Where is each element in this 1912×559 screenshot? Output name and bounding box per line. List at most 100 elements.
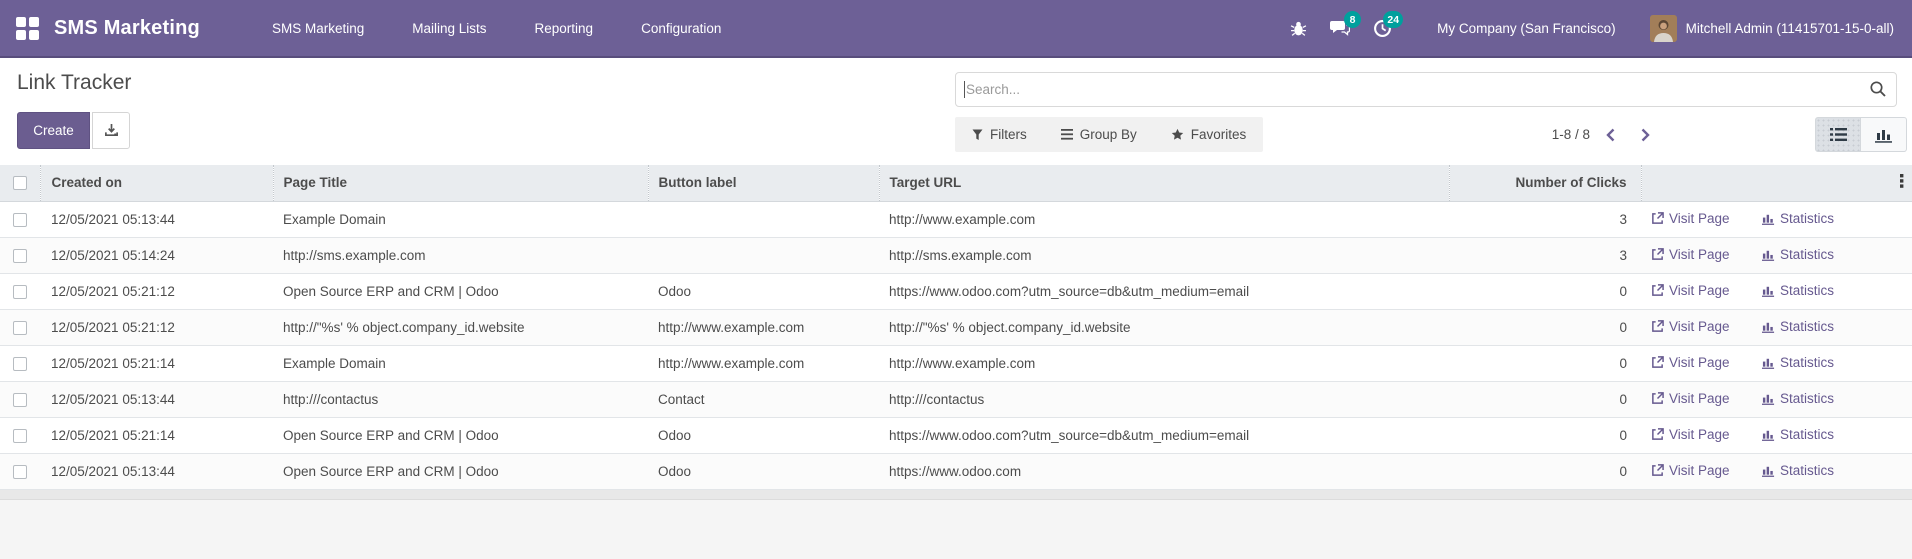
cell-target-url[interactable]: https://www.odoo.com <box>879 453 1449 489</box>
visit-page-button[interactable]: Visit Page <box>1651 427 1730 442</box>
search-icon[interactable] <box>1869 80 1887 103</box>
menu-sms-marketing[interactable]: SMS Marketing <box>252 11 384 46</box>
user-menu[interactable]: Mitchell Admin (11415701-15-0-all) <box>1650 15 1894 42</box>
row-checkbox[interactable] <box>13 357 27 371</box>
cell-button-label[interactable]: Odoo <box>648 417 879 453</box>
visit-page-button[interactable]: Visit Page <box>1651 355 1730 370</box>
column-target-url[interactable]: Target URL <box>879 165 1449 201</box>
table-row[interactable]: 12/05/2021 05:14:24 http://sms.example.c… <box>0 237 1912 273</box>
statistics-button[interactable]: Statistics <box>1762 463 1834 478</box>
statistics-button[interactable]: Statistics <box>1762 427 1834 442</box>
column-number-of-clicks[interactable]: Number of Clicks <box>1449 165 1641 201</box>
cell-page-title[interactable]: http:///contactus <box>273 381 648 417</box>
statistics-button[interactable]: Statistics <box>1762 319 1834 334</box>
cell-target-url[interactable]: https://www.odoo.com?utm_source=db&utm_m… <box>879 273 1449 309</box>
row-checkbox[interactable] <box>13 285 27 299</box>
cell-button-label[interactable]: http://www.example.com <box>648 309 879 345</box>
visit-page-button[interactable]: Visit Page <box>1651 463 1730 478</box>
cell-button-label[interactable] <box>648 201 879 237</box>
statistics-button[interactable]: Statistics <box>1762 391 1834 406</box>
cell-target-url[interactable]: http://www.example.com <box>879 345 1449 381</box>
table-row[interactable]: 12/05/2021 05:13:44 http:///contactus Co… <box>0 381 1912 417</box>
cell-created-on[interactable]: 12/05/2021 05:13:44 <box>40 201 273 237</box>
cell-created-on[interactable]: 12/05/2021 05:13:44 <box>40 381 273 417</box>
cell-button-label[interactable]: Odoo <box>648 273 879 309</box>
create-button[interactable]: Create <box>17 112 90 149</box>
cell-created-on[interactable]: 12/05/2021 05:21:14 <box>40 345 273 381</box>
apps-menu-icon[interactable] <box>0 0 54 56</box>
activities-menu[interactable]: 24 <box>1365 10 1399 46</box>
cell-button-label[interactable] <box>648 237 879 273</box>
visit-page-button[interactable]: Visit Page <box>1651 391 1730 406</box>
cell-created-on[interactable]: 12/05/2021 05:13:44 <box>40 453 273 489</box>
row-checkbox[interactable] <box>13 429 27 443</box>
cell-number-of-clicks[interactable]: 0 <box>1449 345 1641 381</box>
cell-number-of-clicks[interactable]: 0 <box>1449 453 1641 489</box>
cell-target-url[interactable]: http://sms.example.com <box>879 237 1449 273</box>
statistics-button[interactable]: Statistics <box>1762 211 1834 226</box>
cell-number-of-clicks[interactable]: 0 <box>1449 381 1641 417</box>
visit-page-button[interactable]: Visit Page <box>1651 283 1730 298</box>
table-row[interactable]: 12/05/2021 05:13:44 Open Source ERP and … <box>0 453 1912 489</box>
cell-created-on[interactable]: 12/05/2021 05:21:12 <box>40 273 273 309</box>
menu-configuration[interactable]: Configuration <box>621 11 741 46</box>
visit-page-button[interactable]: Visit Page <box>1651 247 1730 262</box>
table-row[interactable]: 12/05/2021 05:21:14 Open Source ERP and … <box>0 417 1912 453</box>
cell-target-url[interactable]: http://"%s' % object.company_id.website <box>879 309 1449 345</box>
row-checkbox[interactable] <box>13 213 27 227</box>
cell-target-url[interactable]: http://www.example.com <box>879 201 1449 237</box>
statistics-button[interactable]: Statistics <box>1762 355 1834 370</box>
company-switcher[interactable]: My Company (San Francisco) <box>1407 21 1642 36</box>
favorites-button[interactable]: Favorites <box>1154 117 1264 152</box>
table-row[interactable]: 12/05/2021 05:21:12 Open Source ERP and … <box>0 273 1912 309</box>
group-by-button[interactable]: Group By <box>1044 117 1154 152</box>
cell-created-on[interactable]: 12/05/2021 05:21:14 <box>40 417 273 453</box>
column-page-title[interactable]: Page Title <box>273 165 648 201</box>
cell-number-of-clicks[interactable]: 0 <box>1449 417 1641 453</box>
statistics-button[interactable]: Statistics <box>1762 247 1834 262</box>
column-button-label[interactable]: Button label <box>648 165 879 201</box>
filters-button[interactable]: Filters <box>955 117 1044 152</box>
cell-page-title[interactable]: Open Source ERP and CRM | Odoo <box>273 417 648 453</box>
select-all-checkbox[interactable] <box>13 176 27 190</box>
cell-page-title[interactable]: Example Domain <box>273 201 648 237</box>
row-checkbox[interactable] <box>13 393 27 407</box>
cell-created-on[interactable]: 12/05/2021 05:21:12 <box>40 309 273 345</box>
cell-target-url[interactable]: https://www.odoo.com?utm_source=db&utm_m… <box>879 417 1449 453</box>
cell-number-of-clicks[interactable]: 0 <box>1449 309 1641 345</box>
statistics-button[interactable]: Statistics <box>1762 283 1834 298</box>
optional-columns-toggle[interactable] <box>1882 165 1912 201</box>
search-input[interactable] <box>955 72 1897 107</box>
row-checkbox[interactable] <box>13 321 27 335</box>
menu-mailing-lists[interactable]: Mailing Lists <box>392 11 506 46</box>
cell-page-title[interactable]: http://sms.example.com <box>273 237 648 273</box>
cell-number-of-clicks[interactable]: 0 <box>1449 273 1641 309</box>
pager-previous-button[interactable] <box>1596 124 1625 146</box>
export-button[interactable] <box>92 112 130 149</box>
cell-page-title[interactable]: Open Source ERP and CRM | Odoo <box>273 453 648 489</box>
column-created-on[interactable]: Created on <box>40 165 273 201</box>
messages-menu[interactable]: 8 <box>1323 10 1357 46</box>
table-row[interactable]: 12/05/2021 05:21:14 Example Domain http:… <box>0 345 1912 381</box>
cell-page-title[interactable]: Open Source ERP and CRM | Odoo <box>273 273 648 309</box>
cell-page-title[interactable]: http://"%s' % object.company_id.website <box>273 309 648 345</box>
table-row[interactable]: 12/05/2021 05:13:44 Example Domain http:… <box>0 201 1912 237</box>
cell-button-label[interactable]: Contact <box>648 381 879 417</box>
row-checkbox[interactable] <box>13 465 27 479</box>
app-title[interactable]: SMS Marketing <box>54 17 200 40</box>
menu-reporting[interactable]: Reporting <box>515 11 614 46</box>
cell-target-url[interactable]: http:///contactus <box>879 381 1449 417</box>
cell-created-on[interactable]: 12/05/2021 05:14:24 <box>40 237 273 273</box>
pager-next-button[interactable] <box>1631 124 1660 146</box>
list-view-button[interactable] <box>1815 117 1861 152</box>
cell-number-of-clicks[interactable]: 3 <box>1449 237 1641 273</box>
cell-button-label[interactable]: http://www.example.com <box>648 345 879 381</box>
visit-page-button[interactable]: Visit Page <box>1651 211 1730 226</box>
visit-page-button[interactable]: Visit Page <box>1651 319 1730 334</box>
cell-page-title[interactable]: Example Domain <box>273 345 648 381</box>
debug-bug-icon[interactable] <box>1281 10 1315 46</box>
cell-button-label[interactable]: Odoo <box>648 453 879 489</box>
row-checkbox[interactable] <box>13 249 27 263</box>
cell-number-of-clicks[interactable]: 3 <box>1449 201 1641 237</box>
graph-view-button[interactable] <box>1861 117 1907 152</box>
